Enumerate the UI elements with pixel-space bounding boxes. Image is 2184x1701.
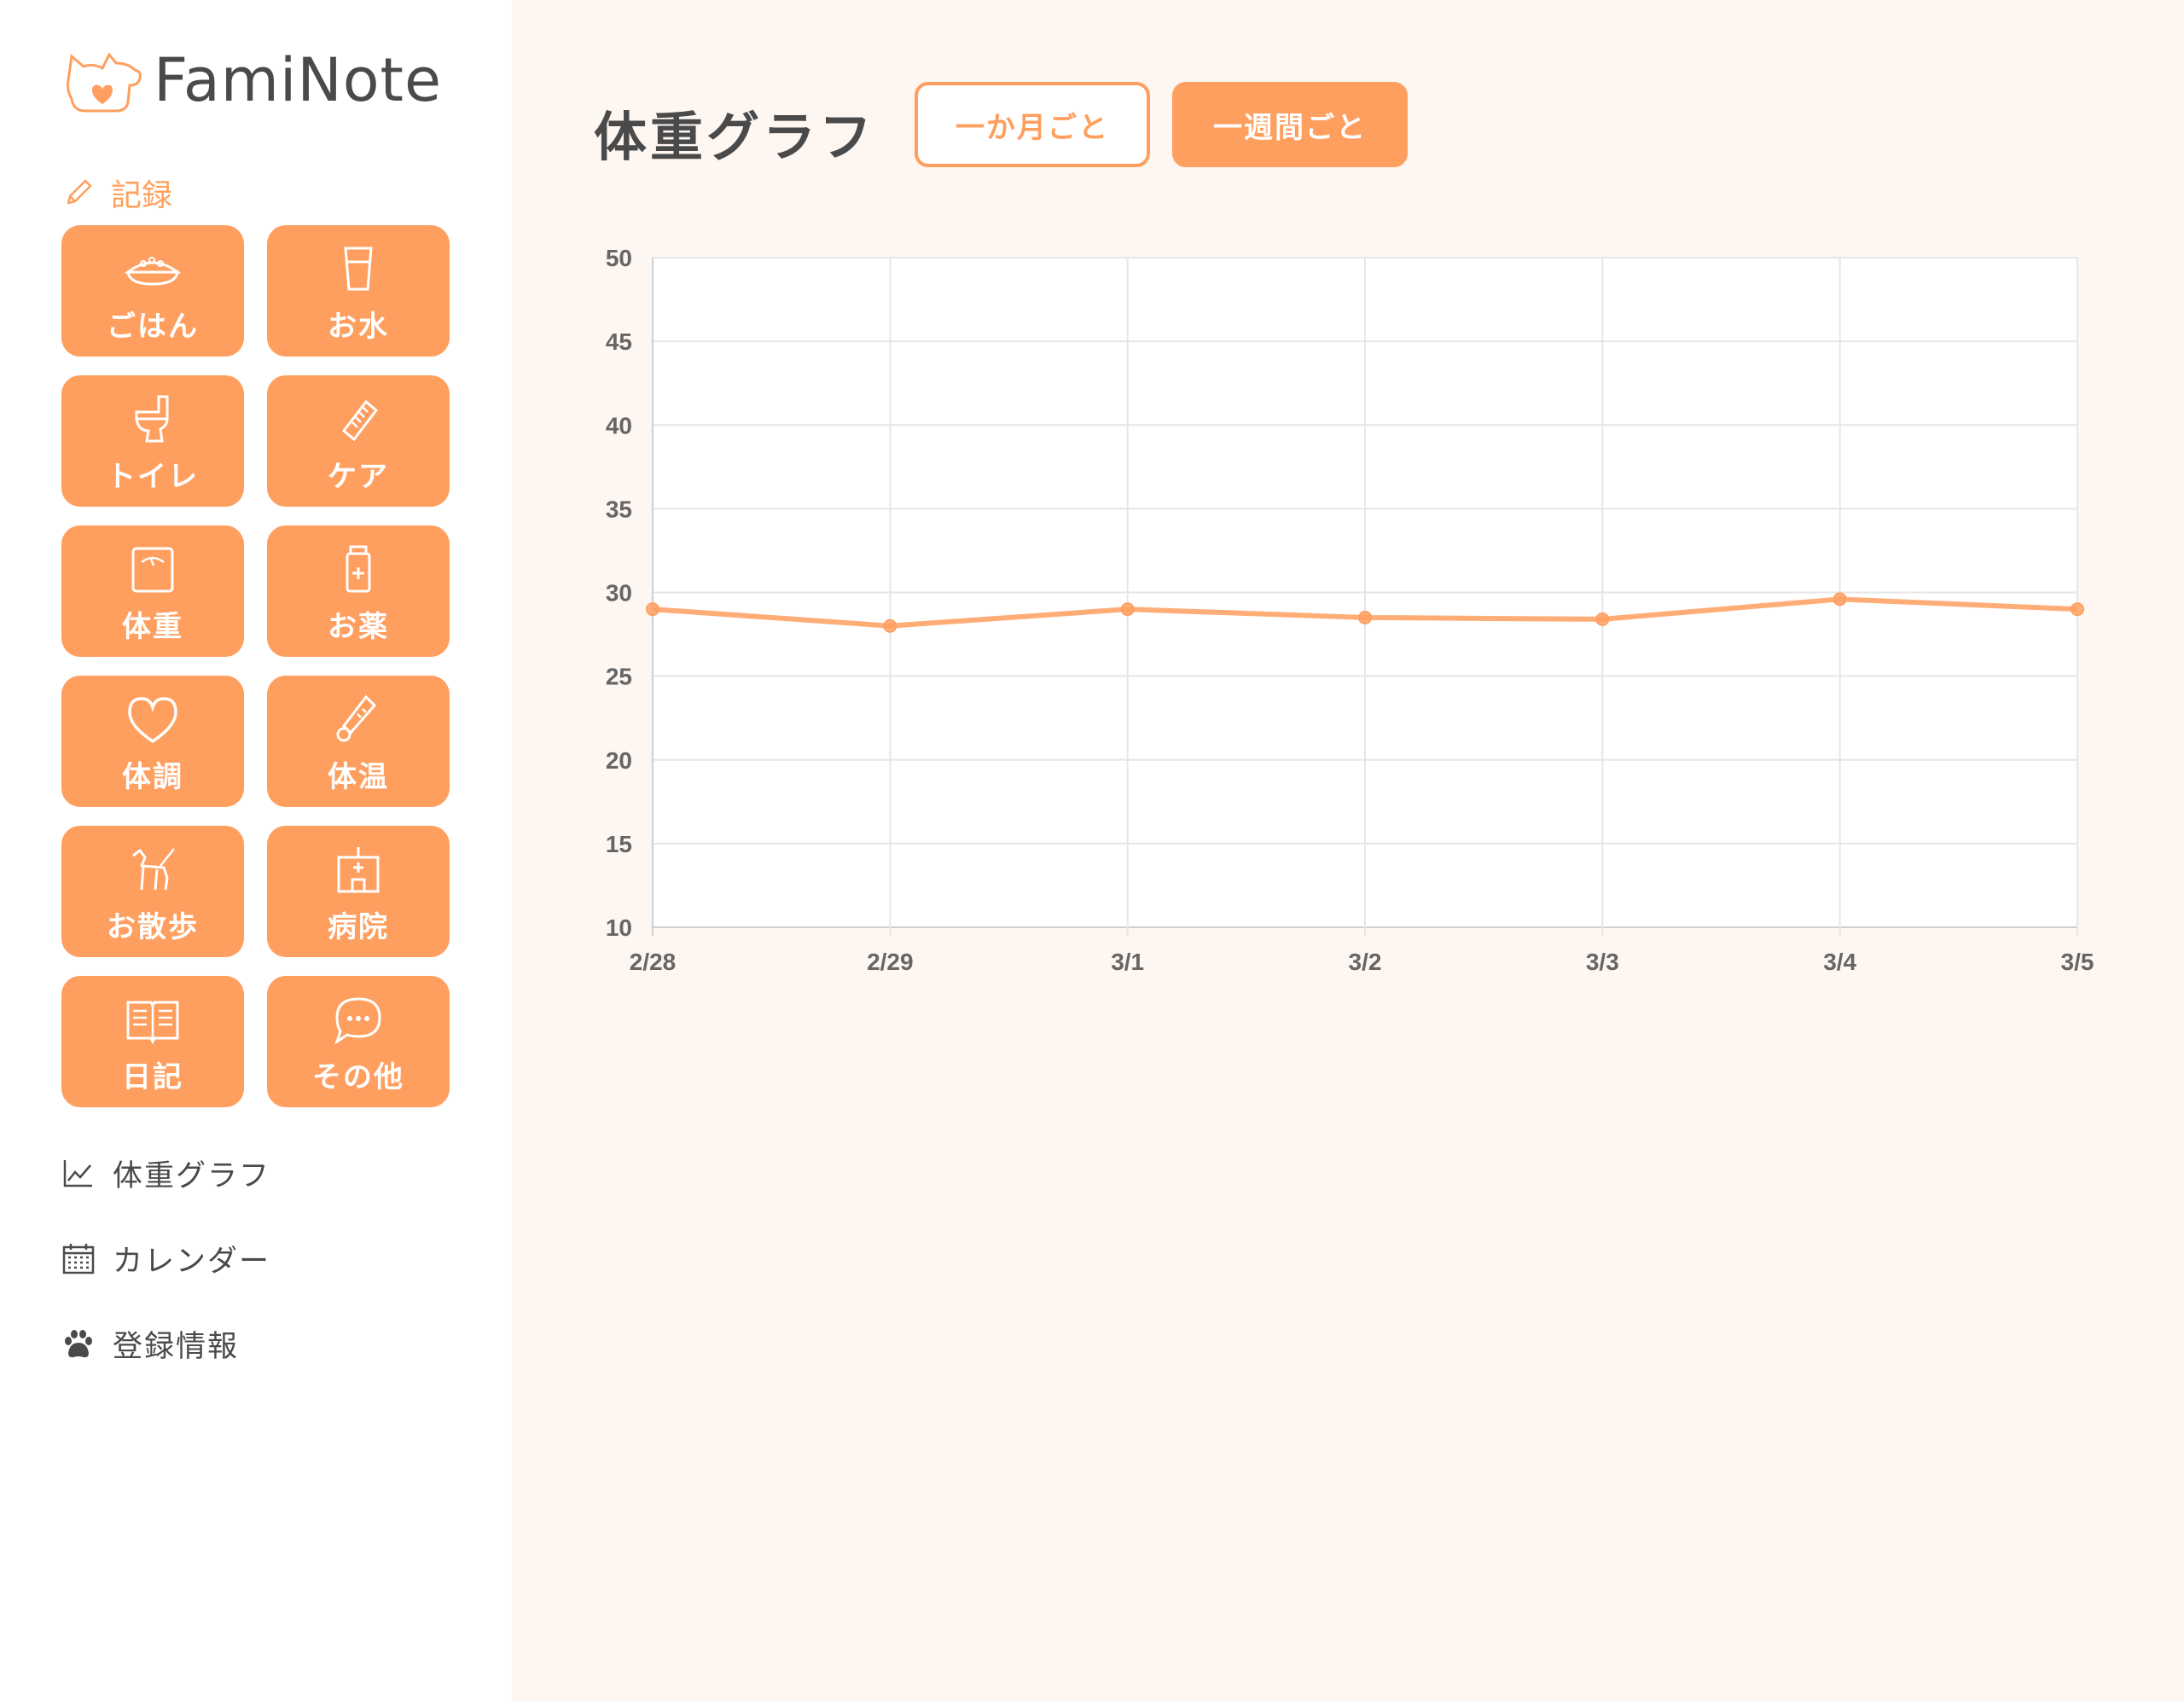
speech-bubble-icon — [334, 996, 381, 1045]
nav-label: カレンダー — [113, 1245, 271, 1279]
brush-icon — [341, 399, 379, 441]
tile-care[interactable]: ケア — [267, 375, 450, 507]
paw-icon — [65, 1329, 92, 1357]
tile-label: お水 — [328, 309, 389, 344]
record-section-label: 記録 — [61, 171, 172, 215]
food-bowl-icon — [124, 256, 182, 286]
tile-hospital[interactable]: 病院 — [267, 826, 450, 957]
nav-weight-graph[interactable]: 体重グラフ — [61, 1152, 270, 1195]
y-tick-label: 35 — [606, 496, 632, 522]
app-name: FamiNote — [154, 45, 443, 115]
tile-label: 体温 — [328, 759, 389, 794]
tile-label: その他 — [312, 1059, 404, 1094]
record-tile-grid: ごはん お水 トイレ ケア 体重 お薬 体調 体温 お散歩 病院 日記 その他 — [61, 225, 450, 1107]
open-book-icon — [126, 1001, 179, 1044]
tile-food[interactable]: ごはん — [61, 225, 244, 357]
water-glass-icon — [344, 247, 373, 290]
y-tick-label: 25 — [606, 664, 632, 690]
thermometer-icon — [336, 694, 377, 741]
heart-icon — [128, 696, 177, 743]
y-tick-label: 30 — [606, 580, 632, 607]
tile-label: 体調 — [122, 759, 183, 794]
tile-temperature[interactable]: 体温 — [267, 676, 450, 807]
y-tick-label: 20 — [606, 747, 632, 774]
tile-condition[interactable]: 体調 — [61, 676, 244, 807]
tile-medicine[interactable]: お薬 — [267, 525, 450, 657]
hospital-icon — [337, 846, 380, 892]
record-section-text: 記録 — [111, 178, 173, 213]
scale-icon — [131, 547, 174, 592]
sidebar: FamiNote 記録 ごはん お水 トイレ ケア 体重 お薬 体調 体温 お散… — [0, 0, 512, 1701]
data-point — [2071, 602, 2084, 617]
y-tick-label: 50 — [606, 245, 632, 271]
tile-label: ケア — [328, 459, 389, 494]
tile-label: お散歩 — [107, 909, 199, 944]
x-tick-label: 3/5 — [2061, 949, 2094, 975]
x-tick-label: 3/1 — [1111, 949, 1144, 975]
tile-label: 日記 — [122, 1059, 183, 1094]
tile-label: 病院 — [328, 909, 389, 944]
tile-label: トイレ — [107, 459, 199, 494]
y-tick-label: 40 — [606, 412, 632, 438]
x-tick-label: 2/29 — [867, 949, 914, 975]
tile-diary[interactable]: 日記 — [61, 976, 244, 1107]
app-logo[interactable]: FamiNote — [60, 38, 442, 123]
weight-line-chart: 10 15 20 25 30 35 40 45 50 2/28 2/29 3/1 3/2 3/3 3/4 3/… — [606, 245, 2094, 975]
data-point — [1833, 592, 1847, 607]
data-point — [646, 602, 659, 617]
tile-label: お薬 — [328, 609, 389, 644]
tile-walk[interactable]: お散歩 — [61, 826, 244, 957]
data-point — [1120, 602, 1135, 617]
line-chart-icon — [63, 1159, 92, 1187]
nav-label: 体重グラフ — [113, 1159, 271, 1193]
tile-water[interactable]: お水 — [267, 225, 450, 357]
tile-label: 体重 — [122, 609, 183, 644]
toilet-icon — [135, 395, 169, 442]
data-point — [883, 618, 897, 633]
calendar-icon — [62, 1243, 95, 1274]
x-tick-label: 3/2 — [1349, 949, 1382, 975]
data-point — [1595, 612, 1610, 626]
y-tick-label: 10 — [606, 914, 632, 941]
tile-other[interactable]: その他 — [267, 976, 450, 1107]
x-tick-label: 3/4 — [1823, 949, 1856, 975]
nav-calendar[interactable]: カレンダー — [61, 1237, 270, 1280]
tile-weight[interactable]: 体重 — [61, 525, 244, 657]
y-tick-label: 45 — [606, 328, 632, 355]
pencil-icon — [67, 179, 92, 205]
x-tick-label: 2/28 — [630, 949, 677, 975]
medicine-bottle-icon — [346, 545, 371, 592]
dog-walk-icon — [132, 847, 175, 890]
x-tick-label: 3/3 — [1586, 949, 1619, 975]
y-tick-label: 15 — [606, 831, 632, 857]
dog-cat-heart-logo-icon — [67, 52, 142, 113]
nav-label: 登録情報 — [113, 1330, 240, 1364]
nav-registration[interactable]: 登録情報 — [61, 1322, 239, 1366]
data-point — [1358, 610, 1372, 624]
main-content: 体重グラフ 一か月ごと 一週間ごと 10 15 20 25 30 35 40 45 50 2/28… — [512, 0, 2184, 1701]
tile-label: ごはん — [107, 309, 199, 344]
tile-toilet[interactable]: トイレ — [61, 375, 244, 507]
